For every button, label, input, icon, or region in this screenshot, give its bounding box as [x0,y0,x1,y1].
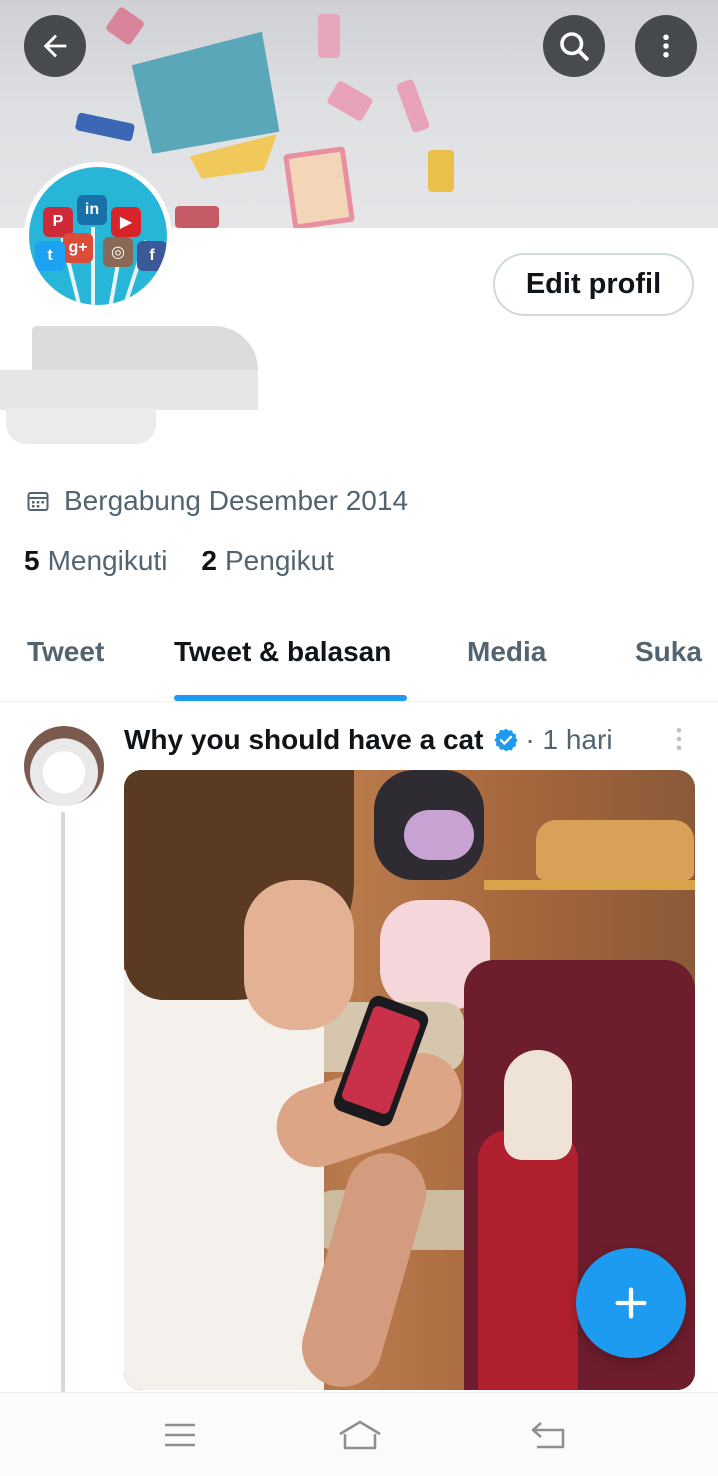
google-plus-icon: g+ [63,233,93,263]
following-link[interactable]: 5 Mengikuti [24,545,167,577]
following-count: 5 [24,545,40,576]
follow-stats: 5 Mengikuti 2 Pengikut [24,545,368,577]
tweet-author-avatar[interactable] [24,726,104,806]
banner-paper-decoration [130,31,281,155]
active-tab-indicator [174,695,407,701]
banner-frame-decoration [283,146,355,228]
more-options-button[interactable] [635,15,697,77]
nav-menu-button[interactable] [160,1415,200,1455]
arrow-left-icon [43,34,67,58]
more-vertical-icon [663,34,669,58]
media-scene [244,880,354,1030]
calendar-icon [27,492,49,511]
banner-object [318,14,340,58]
youtube-icon: ▶ [111,207,141,237]
followers-label: Pengikut [225,545,334,576]
joined-date: Bergabung Desember 2014 [26,484,408,518]
media-scene [478,1130,578,1390]
nav-home-button[interactable] [336,1415,384,1455]
banner-object [74,112,136,142]
redacted-block [0,370,258,410]
menu-icon [165,1423,195,1447]
tweet-header: Why you should have a cat · 1 hari [124,722,694,758]
banner-object [175,206,219,228]
search-icon [560,32,589,61]
tab-likes[interactable]: Suka [635,636,702,668]
system-navigation-bar [0,1392,718,1476]
edit-profile-button[interactable]: Edit profil [493,253,694,316]
home-icon [339,1420,381,1450]
profile-tabs: Tweet Tweet & balasan Media Suka [0,620,718,702]
tweet-more-icon[interactable] [664,724,694,754]
tab-tweet[interactable]: Tweet [27,636,104,668]
following-label: Mengikuti [47,545,168,576]
plus-icon [615,1287,647,1319]
joined-text: Bergabung Desember 2014 [64,485,409,516]
media-scene [404,810,474,860]
banner-object [326,79,374,123]
thread-line [61,812,65,1392]
media-scene [124,970,324,1390]
facebook-icon: f [137,241,167,271]
banner-object [428,150,454,192]
media-scene [536,820,694,880]
back-button[interactable] [24,15,86,77]
media-kitten [504,1050,572,1160]
tweet-author-name[interactable]: Why you should have a cat [124,724,483,756]
instagram-icon: ◎ [103,237,133,267]
media-scene [484,880,695,890]
nav-back-button[interactable] [528,1415,568,1455]
search-button[interactable] [543,15,605,77]
redacted-block [6,408,156,444]
twitter-icon: t [35,241,65,271]
profile-avatar[interactable]: P in ▶ g+ ◎ t f [24,162,172,310]
compose-tweet-button[interactable] [576,1248,686,1358]
tweet-time: · 1 hari [525,724,613,755]
linkedin-icon: in [77,195,107,225]
back-icon [531,1422,565,1449]
banner-object [395,78,431,134]
avatar-image: P in ▶ g+ ◎ t f [29,167,167,305]
tab-media[interactable]: Media [467,636,546,668]
verified-badge-icon [494,728,519,752]
followers-count: 2 [201,545,217,576]
followers-link[interactable]: 2 Pengikut [201,545,334,577]
tab-tweet-and-replies[interactable]: Tweet & balasan [174,636,391,668]
banner-object [104,5,146,47]
redacted-block [32,326,258,370]
